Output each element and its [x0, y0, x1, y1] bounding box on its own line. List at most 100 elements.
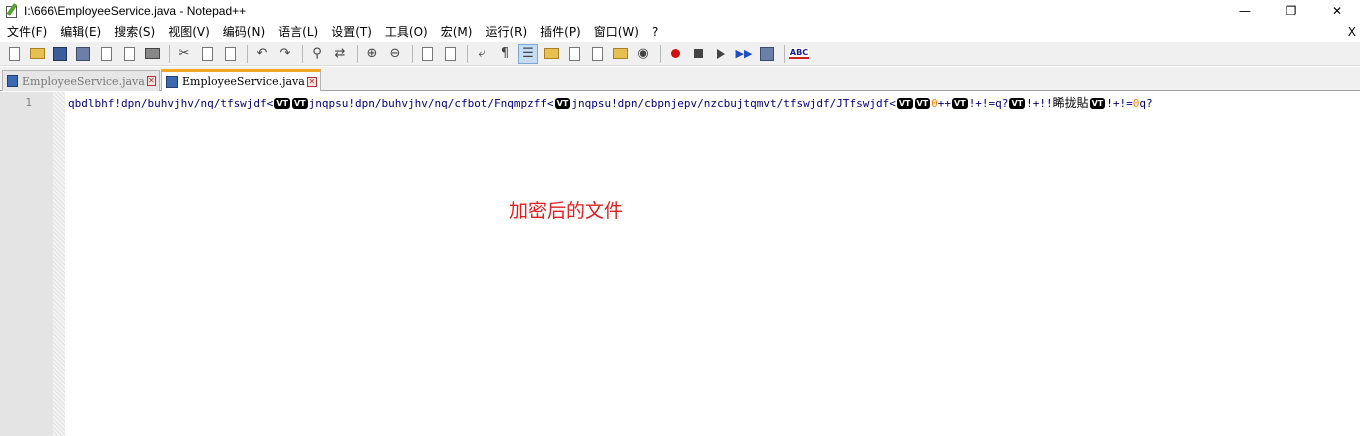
replace-button[interactable]: ⇄	[330, 44, 350, 64]
save-icon	[53, 46, 67, 61]
saved-file-icon	[166, 75, 178, 88]
close-document-button[interactable]: X	[1348, 22, 1356, 42]
save-button[interactable]	[50, 44, 70, 64]
function-list-button[interactable]	[564, 44, 584, 64]
code-text: jnqpsu!dpn/buhvjhv/nq/cfbot/Fnqmpzff<	[308, 97, 554, 110]
copy-icon	[201, 46, 213, 61]
tab-employeeservice-java-2[interactable]: EmployeeService.java ✕	[161, 69, 321, 91]
code-line[interactable]: qbdlbhf!dpn/buhvjhv/nq/tfswjdf< VT VT jnqps…	[68, 96, 1153, 111]
close-window-button[interactable]: ✕	[1314, 0, 1360, 22]
print-button[interactable]	[142, 44, 162, 64]
toolbar-separator	[302, 44, 303, 63]
undo-button[interactable]: ↶	[252, 44, 272, 64]
control-char-badge: VT	[896, 98, 913, 109]
playback-macro-button[interactable]	[711, 44, 731, 64]
sync-vertical-icon	[421, 46, 433, 61]
menu-view[interactable]: 视图(V)	[161, 22, 216, 42]
menu-search[interactable]: 搜索(S)	[107, 22, 161, 42]
code-text: 睎拢貼	[1052, 96, 1089, 110]
zoom-out-button[interactable]: ⊖	[385, 44, 405, 64]
menu-window[interactable]: 窗口(W)	[587, 22, 645, 42]
tab-label: EmployeeService.java	[21, 74, 145, 88]
folder-workspace-icon	[591, 46, 603, 61]
control-char-badge: VT	[1089, 98, 1106, 109]
menu-help[interactable]: ?	[645, 22, 664, 42]
control-char-badge: VT	[291, 98, 308, 109]
zoom-out-icon: ⊖	[389, 46, 401, 61]
print-icon	[144, 48, 160, 59]
stop-record-icon	[693, 49, 703, 58]
show-all-chars-button[interactable]: ¶	[495, 44, 515, 64]
code-text: !+!=q?	[968, 97, 1009, 110]
restore-button[interactable]: ❐	[1268, 0, 1314, 22]
run-macro-multiple-button[interactable]: ▶▶	[734, 44, 754, 64]
zoom-in-button[interactable]: ⊕	[362, 44, 382, 64]
open-file-icon	[29, 48, 45, 59]
menu-macro[interactable]: 宏(M)	[434, 22, 479, 42]
sync-vertical-button[interactable]	[417, 44, 437, 64]
menu-edit[interactable]: 编辑(E)	[53, 22, 107, 42]
sync-horizontal-button[interactable]	[440, 44, 460, 64]
title-bar: I:\666\EmployeeService.java - Notepad++ …	[0, 0, 1360, 22]
tab-close-icon[interactable]: ✕	[306, 76, 317, 87]
menu-encoding[interactable]: 编码(N)	[216, 22, 271, 42]
menu-language[interactable]: 语言(L)	[271, 22, 324, 42]
code-number: 0	[931, 97, 938, 110]
record-macro-icon	[670, 49, 680, 58]
tab-close-icon[interactable]: ✕	[146, 76, 156, 86]
replace-icon: ⇄	[334, 46, 346, 61]
save-all-icon	[76, 46, 90, 61]
toolbar-separator	[169, 44, 170, 63]
doc-map-button[interactable]	[541, 44, 561, 64]
close-icon	[100, 46, 112, 61]
save-macro-button[interactable]	[757, 44, 777, 64]
cut-button[interactable]: ✂	[174, 44, 194, 64]
editor-area[interactable]: 1 qbdlbhf!dpn/buhvjhv/nq/tfswjdf< VT VT jnq…	[0, 92, 1360, 436]
run-macro-multiple-icon: ▶▶	[735, 47, 753, 60]
word-wrap-button[interactable]: ⤶	[472, 44, 492, 64]
save-all-button[interactable]	[73, 44, 93, 64]
indent-guide-button[interactable]: ☰	[518, 43, 538, 64]
tab-employeeservice-java-1[interactable]: EmployeeService.java ✕	[2, 70, 160, 91]
control-char-badge: VT	[274, 98, 290, 109]
menu-run[interactable]: 运行(R)	[478, 22, 533, 42]
control-char-badge: VT	[952, 98, 968, 109]
folder-workspace-button[interactable]	[587, 44, 607, 64]
playback-macro-icon	[717, 48, 725, 59]
redo-icon: ↷	[279, 46, 291, 61]
word-wrap-icon: ⤶	[478, 46, 486, 61]
fold-margin[interactable]	[53, 92, 65, 436]
find-button[interactable]: ⚲	[307, 44, 327, 64]
menu-tools[interactable]: 工具(O)	[378, 22, 434, 42]
tab-label: EmployeeService.java	[182, 75, 305, 88]
code-text: ++	[937, 97, 952, 110]
line-number: 1	[25, 96, 32, 109]
redo-button[interactable]: ↷	[275, 44, 295, 64]
menu-settings[interactable]: 设置(T)	[324, 22, 378, 42]
copy-button[interactable]	[197, 44, 217, 64]
code-text: q?	[1139, 97, 1153, 110]
paste-button[interactable]	[220, 44, 240, 64]
minimize-button[interactable]: —	[1222, 0, 1268, 22]
file-browser-button[interactable]	[610, 44, 630, 64]
doc-map-icon	[543, 48, 559, 59]
close-button[interactable]	[96, 44, 116, 64]
find-icon: ⚲	[312, 46, 322, 61]
code-text: !+!=	[1106, 97, 1133, 110]
spell-check-button[interactable]: ABC	[788, 44, 810, 64]
window-title: I:\666\EmployeeService.java - Notepad++	[24, 4, 247, 18]
toolbar-separator	[784, 44, 785, 63]
monitoring-button[interactable]: ◉	[633, 44, 653, 64]
encrypted-file-annotation: 加密后的文件	[509, 200, 624, 222]
open-file-button[interactable]	[27, 44, 47, 64]
stop-record-button[interactable]	[688, 44, 708, 64]
toolbar-separator	[357, 44, 358, 63]
close-all-button[interactable]	[119, 44, 139, 64]
new-file-button[interactable]	[4, 44, 24, 64]
code-text: !+!!	[1026, 97, 1053, 110]
saved-file-icon	[7, 75, 18, 87]
record-macro-button[interactable]	[665, 44, 685, 64]
cut-icon: ✂	[178, 46, 190, 61]
menu-plugins[interactable]: 插件(P)	[533, 22, 587, 42]
menu-file[interactable]: 文件(F)	[0, 22, 53, 42]
